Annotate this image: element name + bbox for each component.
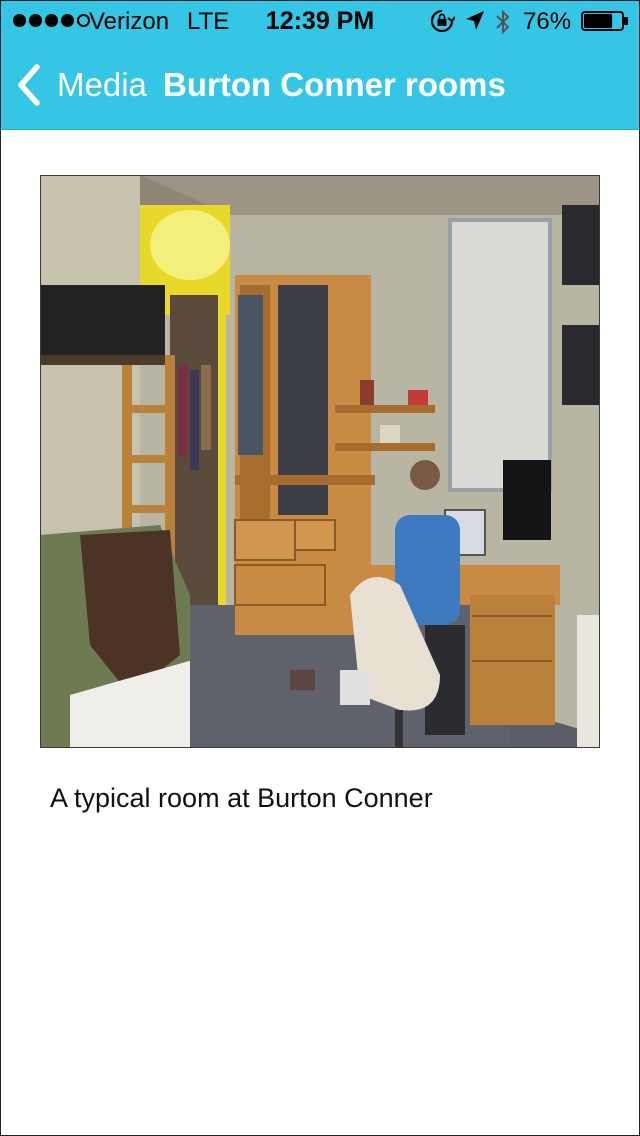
photo-shelf-item <box>380 425 400 443</box>
navigation-bar: Media Burton Conner rooms <box>1 41 639 129</box>
photo-chair-base <box>395 710 403 748</box>
photo-poster <box>562 205 600 285</box>
photo-window <box>448 218 552 492</box>
photo-door-frame <box>218 293 226 613</box>
app-screen: Verizon LTE 12:39 PM 76% Media Burton Co… <box>0 0 640 1136</box>
location-arrow-icon <box>466 11 484 30</box>
header: Verizon LTE 12:39 PM 76% Media Burton Co… <box>1 1 639 130</box>
photo-floor-item <box>340 670 370 705</box>
orientation-lock-icon <box>430 9 455 33</box>
photo-shelf <box>335 443 435 451</box>
chevron-left-icon <box>18 64 40 106</box>
back-button-label: Media <box>57 66 147 103</box>
status-bar: Verizon LTE 12:39 PM 76% <box>1 1 639 41</box>
page-title: Burton Conner rooms <box>163 66 506 103</box>
photo-light-glow <box>150 210 230 280</box>
photo-person-head <box>410 460 440 490</box>
photo-bin <box>577 615 600 748</box>
photo-drawer-line <box>235 475 375 485</box>
photo-ladder-rung <box>122 505 175 513</box>
photo-shelf-item <box>408 390 428 405</box>
photo-clothes <box>201 365 211 450</box>
photo-drawer <box>294 519 336 551</box>
photo-drawer <box>234 519 296 561</box>
photo-shelf-item <box>360 380 374 405</box>
back-button[interactable]: Media <box>15 63 147 107</box>
photo-drawer-line <box>472 660 552 662</box>
photo-floor-item <box>290 670 315 690</box>
battery-icon <box>581 11 628 31</box>
media-caption: A typical room at Burton Conner <box>50 783 433 813</box>
bluetooth-icon <box>496 9 510 35</box>
photo-shelf <box>335 405 435 413</box>
photo-clothes <box>190 370 199 470</box>
room-photo <box>40 175 600 748</box>
photo-bunk-mattress <box>40 285 165 355</box>
photo-ladder-rung <box>122 455 175 463</box>
photo-bunk-rail <box>40 355 170 365</box>
photo-drawer-line <box>472 615 552 617</box>
photo-clothes <box>178 365 188 455</box>
photo-drawer <box>234 564 326 606</box>
photo-monitor <box>503 460 551 540</box>
photo-poster <box>562 325 600 405</box>
photo-hanging-coat <box>238 295 263 455</box>
battery-percent: 76% <box>523 8 572 35</box>
photo-ladder-rung <box>122 405 175 413</box>
